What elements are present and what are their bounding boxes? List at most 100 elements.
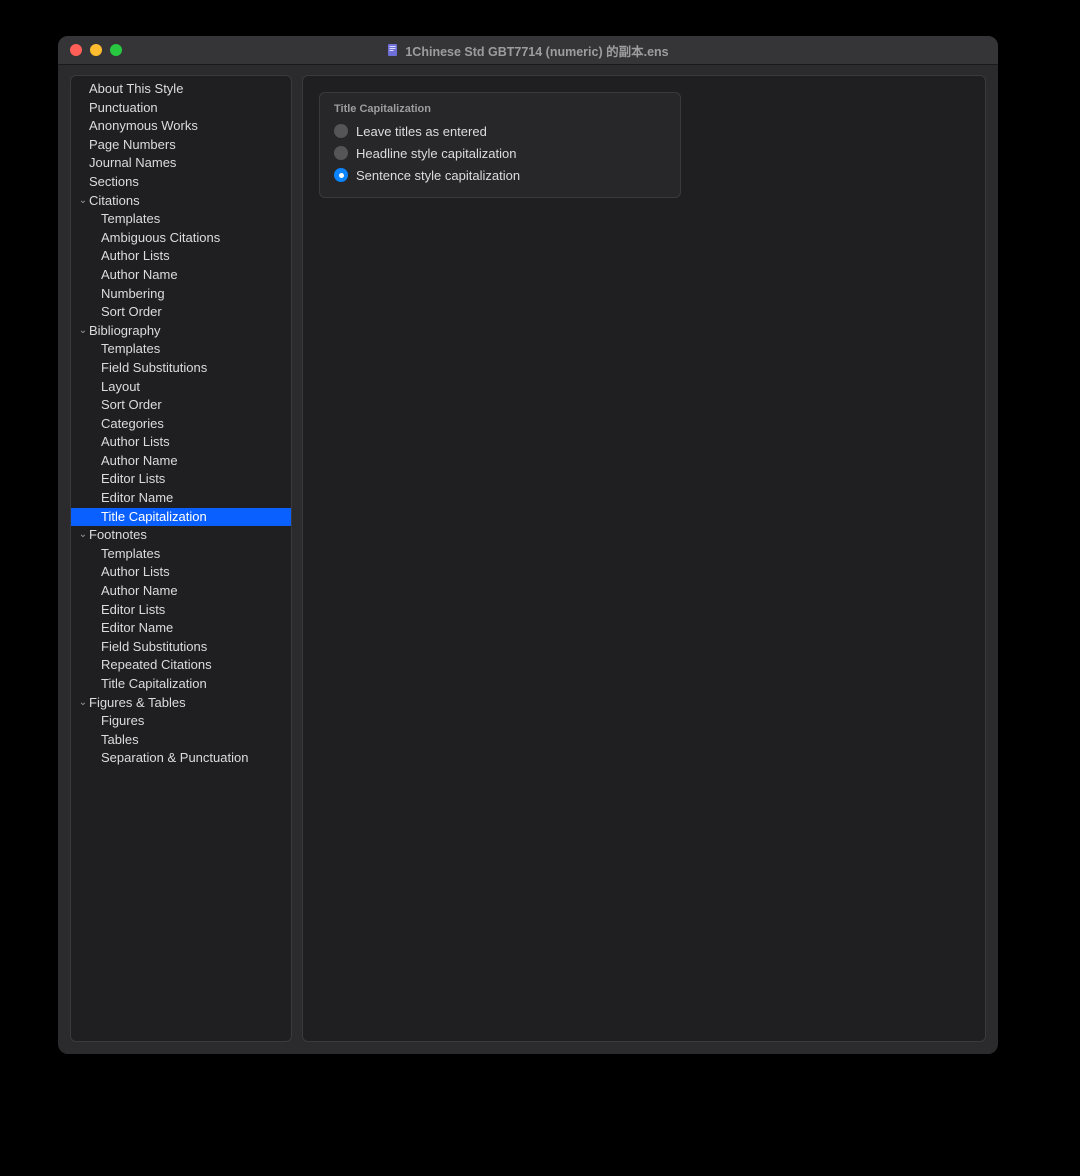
radio-button-icon[interactable] [334,168,348,182]
sidebar-item-ambiguous-citations[interactable]: Ambiguous Citations [71,229,291,248]
sidebar-item-label: Title Capitalization [101,508,207,527]
sidebar-item-label: Author Lists [101,433,170,452]
sidebar-item-label: Editor Lists [101,601,165,620]
sidebar-item-label: Page Numbers [89,136,176,155]
window-title-text: 1Chinese Std GBT7714 (numeric) 的副本.ens [405,41,668,60]
sidebar-item-bibliography[interactable]: ⌄Bibliography [71,322,291,341]
sidebar-item-label: Separation & Punctuation [101,749,248,768]
sidebar-item-author-lists[interactable]: Author Lists [71,433,291,452]
sidebar-item-label: Author Lists [101,563,170,582]
sidebar-item-label: Anonymous Works [89,117,198,136]
settings-tree: About This StylePunctuationAnonymous Wor… [71,80,291,768]
radio-label: Leave titles as entered [356,124,487,139]
sidebar-item-label: Footnotes [89,526,147,545]
close-icon[interactable] [70,44,82,56]
sidebar-item-label: Field Substitutions [101,359,207,378]
sidebar-item-label: Editor Lists [101,470,165,489]
minimize-icon[interactable] [90,44,102,56]
sidebar-item-author-name[interactable]: Author Name [71,266,291,285]
sidebar-item-label: Figures & Tables [89,694,186,713]
sidebar-item-label: Templates [101,210,160,229]
window-controls [70,44,122,56]
sidebar-item-label: Author Name [101,266,178,285]
content: About This StylePunctuationAnonymous Wor… [58,65,998,1054]
sidebar-item-sections[interactable]: Sections [71,173,291,192]
sidebar-item-citations[interactable]: ⌄Citations [71,192,291,211]
chevron-down-icon[interactable]: ⌄ [77,322,89,341]
sidebar-item-label: Editor Name [101,489,173,508]
titlebar[interactable]: 1Chinese Std GBT7714 (numeric) 的副本.ens [58,36,998,65]
sidebar-item-title-capitalization[interactable]: Title Capitalization [71,508,291,527]
sidebar-item-label: Figures [101,712,144,731]
zoom-icon[interactable] [110,44,122,56]
radio-button-icon[interactable] [334,146,348,160]
sidebar-item-tables[interactable]: Tables [71,731,291,750]
sidebar-item-author-name[interactable]: Author Name [71,452,291,471]
sidebar-item-editor-lists[interactable]: Editor Lists [71,470,291,489]
sidebar-item-label: Ambiguous Citations [101,229,220,248]
radio-list: Leave titles as entered Headline style ca… [320,121,680,189]
editor-window: 1Chinese Std GBT7714 (numeric) 的副本.ens A… [58,36,998,1054]
chevron-down-icon[interactable]: ⌄ [77,694,89,713]
detail-panel: Title Capitalization Leave titles as ent… [302,75,986,1042]
sidebar-item-field-substitutions[interactable]: Field Substitutions [71,638,291,657]
sidebar-item-footnotes[interactable]: ⌄Footnotes [71,526,291,545]
sidebar-item-label: Journal Names [89,154,176,173]
sidebar-item-label: About This Style [89,80,183,99]
radio-label: Sentence style capitalization [356,168,520,183]
sidebar-item-editor-name[interactable]: Editor Name [71,619,291,638]
sidebar-item-separation-punctuation[interactable]: Separation & Punctuation [71,749,291,768]
document-icon [387,43,399,57]
sidebar-item-label: Categories [101,415,164,434]
window-title: 1Chinese Std GBT7714 (numeric) 的副本.ens [58,41,998,60]
chevron-down-icon[interactable]: ⌄ [77,526,89,545]
sidebar-item-title-capitalization[interactable]: Title Capitalization [71,675,291,694]
sidebar-item-label: Repeated Citations [101,656,212,675]
radio-button-icon[interactable] [334,124,348,138]
sidebar-item-label: Templates [101,545,160,564]
sidebar-item-field-substitutions[interactable]: Field Substitutions [71,359,291,378]
sidebar-item-label: Sections [89,173,139,192]
sidebar-item-label: Templates [101,340,160,359]
sidebar-item-page-numbers[interactable]: Page Numbers [71,136,291,155]
sidebar-panel[interactable]: About This StylePunctuationAnonymous Wor… [70,75,292,1042]
title-capitalization-group: Title Capitalization Leave titles as ent… [319,92,681,198]
sidebar-item-sort-order[interactable]: Sort Order [71,396,291,415]
sidebar-item-label: Editor Name [101,619,173,638]
sidebar-item-label: Author Name [101,582,178,601]
sidebar-item-label: Author Lists [101,247,170,266]
radio-sentence-style-capitalization[interactable]: Sentence style capitalization [334,165,666,185]
sidebar-item-layout[interactable]: Layout [71,378,291,397]
sidebar-item-about-this-style[interactable]: About This Style [71,80,291,99]
chevron-down-icon[interactable]: ⌄ [77,192,89,211]
sidebar-item-templates[interactable]: Templates [71,340,291,359]
sidebar-item-author-name[interactable]: Author Name [71,582,291,601]
sidebar-item-editor-lists[interactable]: Editor Lists [71,601,291,620]
sidebar-item-label: Author Name [101,452,178,471]
sidebar-item-sort-order[interactable]: Sort Order [71,303,291,322]
sidebar-item-label: Field Substitutions [101,638,207,657]
sidebar-item-journal-names[interactable]: Journal Names [71,154,291,173]
sidebar-item-numbering[interactable]: Numbering [71,285,291,304]
sidebar-item-label: Sort Order [101,396,162,415]
radio-leave-titles-as-entered[interactable]: Leave titles as entered [334,121,666,141]
sidebar-item-figures-tables[interactable]: ⌄Figures & Tables [71,694,291,713]
sidebar-item-label: Citations [89,192,140,211]
sidebar-item-label: Layout [101,378,140,397]
sidebar-item-label: Title Capitalization [101,675,207,694]
sidebar-item-editor-name[interactable]: Editor Name [71,489,291,508]
sidebar-item-author-lists[interactable]: Author Lists [71,247,291,266]
radio-headline-style-capitalization[interactable]: Headline style capitalization [334,143,666,163]
sidebar-item-anonymous-works[interactable]: Anonymous Works [71,117,291,136]
sidebar-item-author-lists[interactable]: Author Lists [71,563,291,582]
sidebar-item-figures[interactable]: Figures [71,712,291,731]
radio-label: Headline style capitalization [356,146,516,161]
sidebar-item-templates[interactable]: Templates [71,545,291,564]
stage: 1Chinese Std GBT7714 (numeric) 的副本.ens A… [0,0,1080,1176]
sidebar-item-label: Sort Order [101,303,162,322]
sidebar-item-categories[interactable]: Categories [71,415,291,434]
group-heading: Title Capitalization [334,103,680,115]
sidebar-item-templates[interactable]: Templates [71,210,291,229]
sidebar-item-punctuation[interactable]: Punctuation [71,99,291,118]
sidebar-item-repeated-citations[interactable]: Repeated Citations [71,656,291,675]
